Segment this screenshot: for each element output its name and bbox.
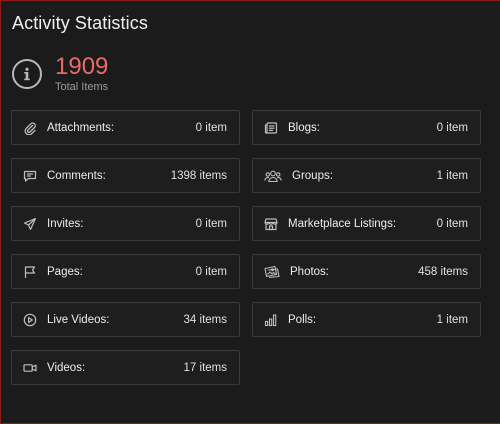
stat-value: 34 items — [183, 313, 227, 326]
stat-label: Attachments: — [47, 121, 115, 134]
stat-marketplace-listings[interactable]: Marketplace Listings: 0 item — [252, 206, 481, 241]
play-circle-icon — [23, 313, 37, 327]
stat-groups[interactable]: Groups: 1 item — [252, 158, 481, 193]
stat-invites[interactable]: Invites: 0 item — [11, 206, 240, 241]
stat-photos[interactable]: Photos: 458 items — [252, 254, 481, 289]
send-icon — [23, 217, 37, 231]
blog-icon — [264, 121, 278, 135]
stat-value: 0 item — [436, 217, 468, 230]
stat-value: 1 item — [436, 313, 468, 326]
stat-label: Photos: — [290, 265, 329, 278]
stat-value: 1 item — [436, 169, 468, 182]
photos-icon — [264, 265, 280, 279]
poll-icon — [264, 313, 278, 327]
stat-value: 17 items — [183, 361, 227, 374]
groups-icon — [264, 169, 282, 183]
stat-value: 0 item — [436, 121, 468, 134]
stat-label: Blogs: — [288, 121, 320, 134]
stat-label: Live Videos: — [47, 313, 110, 326]
stat-comments[interactable]: Comments: 1398 items — [11, 158, 240, 193]
stat-attachments[interactable]: Attachments: 0 item — [11, 110, 240, 145]
stat-polls[interactable]: Polls: 1 item — [252, 302, 481, 337]
page-title: Activity Statistics — [12, 13, 148, 33]
total-items-count: 1909 — [55, 53, 109, 80]
stat-label: Groups: — [292, 169, 333, 182]
stat-label: Polls: — [288, 313, 317, 326]
comment-icon — [23, 169, 37, 183]
stat-pages[interactable]: Pages: 0 item — [11, 254, 240, 289]
stat-blogs[interactable]: Blogs: 0 item — [252, 110, 481, 145]
info-icon — [12, 59, 42, 89]
total-items-label: Total Items — [55, 81, 109, 93]
stat-label: Pages: — [47, 265, 83, 278]
stat-videos[interactable]: Videos: 17 items — [11, 350, 240, 385]
stat-value: 458 items — [418, 265, 468, 278]
stat-live-videos[interactable]: Live Videos: 34 items — [11, 302, 240, 337]
video-camera-icon — [23, 361, 37, 375]
stat-label: Videos: — [47, 361, 86, 374]
activity-statistics-panel: Activity Statistics 1909 Total Items Att… — [0, 0, 500, 424]
stat-label: Comments: — [47, 169, 106, 182]
flag-icon — [23, 265, 37, 279]
stat-value: 1398 items — [170, 169, 227, 182]
total-items-block: 1909 Total Items — [12, 54, 108, 94]
paperclip-icon — [23, 121, 37, 135]
stat-label: Invites: — [47, 217, 84, 230]
stat-label: Marketplace Listings: — [288, 217, 397, 230]
stat-value: 0 item — [195, 121, 227, 134]
store-icon — [264, 217, 278, 231]
stat-value: 0 item — [195, 217, 227, 230]
stat-value: 0 item — [195, 265, 227, 278]
